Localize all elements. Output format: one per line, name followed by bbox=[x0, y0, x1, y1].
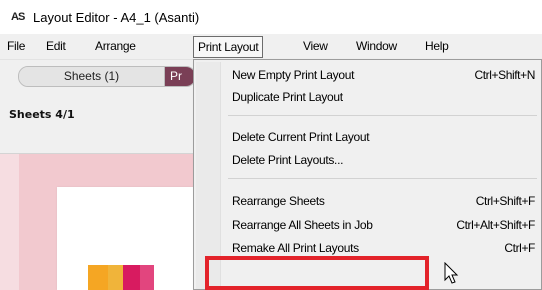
left-panel: Sheets (1) Pr Sheets 4/1 bbox=[0, 60, 196, 290]
thumb-image-magenta bbox=[140, 265, 154, 290]
mouse-pointer-icon bbox=[444, 262, 459, 284]
app-logo-icon: AS bbox=[11, 11, 25, 23]
menu-item-delete-print-layouts[interactable]: Delete Print Layouts... bbox=[232, 150, 541, 170]
menu-item-shortcut: Ctrl+Alt+Shift+F bbox=[456, 218, 535, 232]
canvas-margin bbox=[0, 154, 19, 290]
menu-item-shortcut: Ctrl+Shift+F bbox=[475, 194, 536, 208]
menu-item-delete-current-print-layout[interactable]: Delete Current Print Layout bbox=[232, 127, 541, 147]
menu-view[interactable]: View bbox=[303, 37, 328, 56]
sheets-count-label: Sheets 4/1 bbox=[9, 108, 75, 121]
menu-item-remake-all-print-layouts[interactable]: Remake All Print Layouts Ctrl+F bbox=[232, 238, 541, 258]
sheet-canvas[interactable] bbox=[0, 154, 196, 290]
menu-item-shortcut: Ctrl+F bbox=[504, 241, 535, 255]
menu-item-rearrange-all-sheets-in-job[interactable]: Rearrange All Sheets in Job Ctrl+Alt+Shi… bbox=[232, 215, 541, 235]
menu-item-label: Delete Print Layouts... bbox=[232, 153, 344, 167]
menu-item-label: Delete Current Print Layout bbox=[232, 130, 370, 144]
menu-separator bbox=[228, 115, 537, 116]
thumb-image-orange bbox=[88, 265, 108, 290]
menu-item-label: Remake All Print Layouts bbox=[232, 241, 359, 255]
menu-icon-gutter bbox=[196, 62, 221, 289]
menu-item-new-empty-print-layout[interactable]: New Empty Print Layout Ctrl+Shift+N bbox=[232, 65, 541, 85]
title-bar: AS Layout Editor - A4_1 (Asanti) bbox=[0, 0, 542, 34]
menu-window[interactable]: Window bbox=[356, 37, 397, 56]
sheet-thumbnail[interactable] bbox=[57, 187, 196, 290]
menu-arrange[interactable]: Arrange bbox=[95, 37, 136, 56]
menu-item-label: Rearrange All Sheets in Job bbox=[232, 218, 373, 232]
menu-bar: File Edit Arrange Print Layout View Wind… bbox=[0, 34, 542, 60]
panel-tabs: Sheets (1) Pr bbox=[18, 66, 196, 87]
menu-separator bbox=[228, 178, 537, 179]
thumb-image-pink bbox=[123, 265, 140, 290]
menu-item-label: New Empty Print Layout bbox=[232, 68, 355, 82]
tab-sheets[interactable]: Sheets (1) bbox=[19, 67, 165, 86]
menu-item-label: Duplicate Print Layout bbox=[232, 90, 343, 104]
tab-print-layouts[interactable]: Pr bbox=[165, 67, 195, 86]
menu-item-shortcut: Ctrl+Shift+N bbox=[474, 68, 535, 82]
window-title: Layout Editor - A4_1 (Asanti) bbox=[33, 9, 200, 25]
menu-edit[interactable]: Edit bbox=[46, 37, 66, 56]
menu-item-label: Rearrange Sheets bbox=[232, 194, 325, 208]
thumb-image-yellow bbox=[108, 265, 123, 290]
menu-print-layout[interactable]: Print Layout bbox=[193, 36, 264, 58]
highlight-annotation-box bbox=[205, 256, 429, 290]
menu-item-rearrange-sheets[interactable]: Rearrange Sheets Ctrl+Shift+F bbox=[232, 191, 541, 211]
menu-item-duplicate-print-layout[interactable]: Duplicate Print Layout bbox=[232, 87, 541, 107]
menu-help[interactable]: Help bbox=[425, 37, 449, 56]
menu-file[interactable]: File bbox=[7, 37, 25, 56]
